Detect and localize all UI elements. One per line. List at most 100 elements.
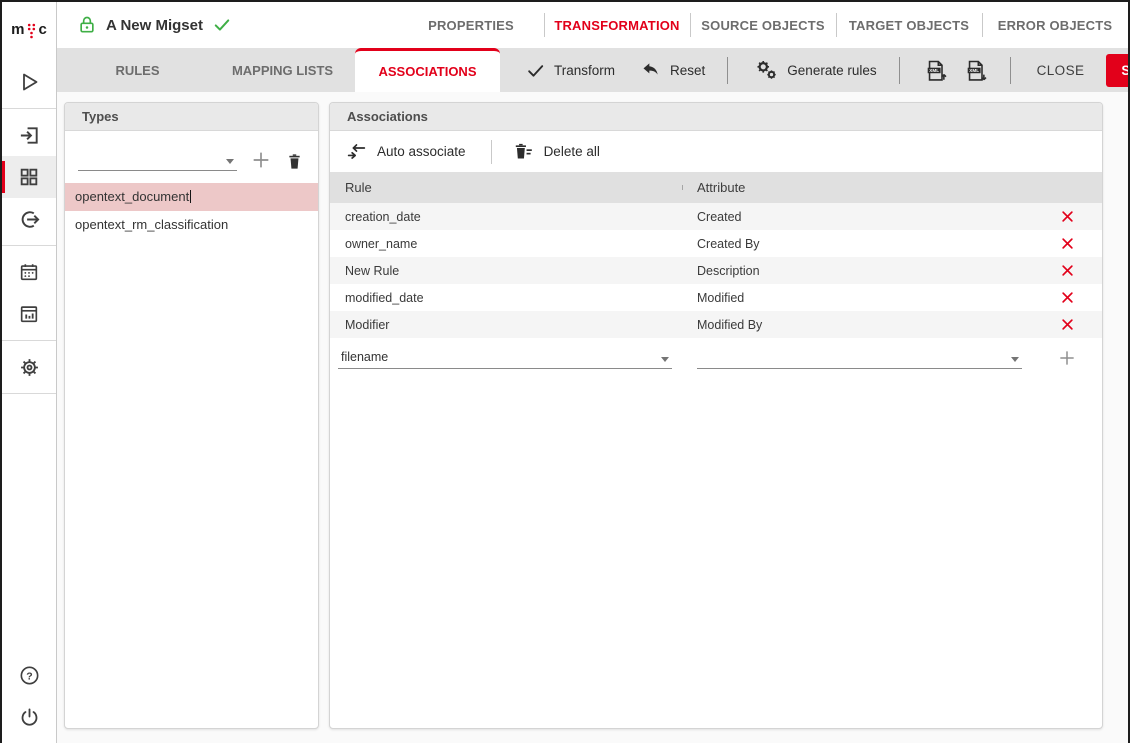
rule-cell: creation_date — [330, 210, 682, 224]
type-list-item[interactable]: opentext_rm_classification — [65, 211, 318, 239]
lock-icon — [77, 15, 97, 35]
text-cursor — [190, 190, 191, 203]
plus-icon — [250, 149, 272, 171]
top-tabs: PROPERTIES TRANSFORMATION SOURCE OBJECTS… — [398, 2, 1128, 48]
sidebar-spacer — [2, 394, 56, 649]
association-row[interactable]: owner_name Created By — [330, 230, 1102, 257]
new-rule-select[interactable]: filename — [338, 347, 672, 369]
associations-table-header: Rule Attribute — [330, 172, 1102, 203]
add-association-button[interactable] — [1032, 348, 1102, 368]
check-icon — [526, 61, 545, 80]
tab-mapping-lists[interactable]: MAPPING LISTS — [210, 48, 355, 92]
generate-rules-button[interactable]: Generate rules — [754, 59, 876, 81]
type-item-label: opentext_document — [75, 189, 189, 204]
new-attribute-select[interactable] — [697, 347, 1022, 369]
close-button[interactable]: CLOSE — [1037, 63, 1085, 78]
delete-association-button[interactable] — [1032, 236, 1102, 251]
delete-association-button[interactable] — [1032, 290, 1102, 305]
auto-associate-icon — [346, 141, 367, 162]
toolbar-divider — [899, 57, 900, 84]
type-select[interactable] — [78, 147, 237, 171]
transform-button[interactable]: Transform — [526, 61, 615, 80]
add-type-button[interactable] — [250, 149, 272, 171]
sidebar-item-scheduler[interactable] — [2, 251, 56, 293]
sidebar-item-logout[interactable] — [2, 696, 56, 738]
tab-properties[interactable]: PROPERTIES — [398, 2, 544, 48]
sidebar-item-export[interactable] — [2, 198, 56, 240]
type-list-item[interactable]: opentext_document — [65, 183, 318, 211]
tab-rules[interactable]: RULES — [65, 48, 210, 92]
reset-label: Reset — [670, 63, 705, 78]
tab-source-objects[interactable]: SOURCE OBJECTS — [690, 2, 836, 48]
associations-panel-header: Associations — [330, 103, 1102, 131]
associations-panel-title: Associations — [347, 109, 428, 124]
association-row[interactable]: New Rule Description — [330, 257, 1102, 284]
delete-all-button[interactable]: Delete all — [513, 141, 600, 162]
sidebar: m c — [2, 2, 57, 743]
sidebar-item-help[interactable]: ? — [2, 654, 56, 696]
content-area: Types — [57, 92, 1128, 743]
type-item-label: opentext_rm_classification — [75, 217, 228, 232]
types-panel: Types — [64, 102, 319, 729]
delete-association-button[interactable] — [1032, 263, 1102, 278]
delete-all-label: Delete all — [544, 144, 600, 159]
delete-sweep-icon — [513, 141, 534, 162]
types-panel-header: Types — [65, 103, 318, 131]
chevron-down-icon — [1011, 357, 1019, 362]
transform-label: Transform — [554, 63, 615, 78]
xml-download-icon: XML — [964, 58, 988, 82]
column-header-rule: Rule — [330, 180, 682, 195]
migset-name: A New Migset — [106, 17, 203, 34]
tab-associations[interactable]: ASSOCIATIONS — [355, 48, 500, 92]
logo-letter-right: c — [39, 21, 47, 38]
plus-icon — [1057, 348, 1077, 368]
delete-association-button[interactable] — [1032, 317, 1102, 332]
attribute-cell: Created By — [682, 237, 1032, 251]
svg-text:XML: XML — [929, 68, 939, 73]
migsets-grid-icon — [18, 166, 40, 188]
sidebar-group-settings — [2, 341, 56, 394]
add-association-row: filename — [330, 338, 1102, 374]
column-header-attribute: Attribute — [682, 180, 1032, 195]
logo-letter-left: m — [11, 21, 24, 38]
settings-gear-icon — [18, 356, 41, 379]
types-list: opentext_document opentext_rm_classifica… — [65, 183, 318, 239]
association-row[interactable]: modified_date Modified — [330, 284, 1102, 311]
import-xml-button[interactable]: XML — [924, 58, 948, 82]
gears-icon — [754, 59, 778, 81]
app-logo: m c — [2, 2, 56, 56]
dashboard-icon — [18, 303, 40, 325]
tab-target-objects[interactable]: TARGET OBJECTS — [836, 2, 982, 48]
sidebar-group-run — [2, 56, 56, 108]
transformation-toolbar: RULES MAPPING LISTS ASSOCIATIONS Transfo… — [57, 48, 1128, 92]
delete-type-button[interactable] — [285, 152, 304, 171]
delete-x-icon — [1060, 209, 1075, 224]
association-row[interactable]: creation_date Created — [330, 203, 1102, 230]
sidebar-item-dashboard[interactable] — [2, 293, 56, 335]
chevron-down-icon — [661, 357, 669, 362]
delete-association-button[interactable] — [1032, 209, 1102, 224]
valid-check-icon — [212, 15, 232, 35]
save-button[interactable]: SAVE — [1106, 54, 1130, 87]
app-window: m c — [0, 0, 1130, 743]
auto-associate-button[interactable]: Auto associate — [346, 141, 466, 162]
sidebar-item-run[interactable] — [2, 61, 56, 103]
export-icon — [18, 208, 41, 231]
logo-dots-icon — [26, 19, 38, 39]
export-xml-button[interactable]: XML — [964, 58, 988, 82]
associations-panel: Associations Auto associate — [329, 102, 1103, 729]
tab-transformation[interactable]: TRANSFORMATION — [544, 2, 690, 48]
sidebar-item-migsets[interactable] — [2, 156, 56, 198]
auto-associate-label: Auto associate — [377, 144, 466, 159]
sidebar-item-import[interactable] — [2, 114, 56, 156]
sidebar-item-settings[interactable] — [2, 346, 56, 388]
reset-button[interactable]: Reset — [641, 60, 705, 80]
main-area: A New Migset PROPERTIES TRANSFORMATION S… — [57, 2, 1128, 743]
association-row[interactable]: Modifier Modified By — [330, 311, 1102, 338]
attribute-cell: Modified — [682, 291, 1032, 305]
import-icon — [18, 124, 41, 147]
tab-error-objects[interactable]: ERROR OBJECTS — [982, 2, 1128, 48]
rule-cell: owner_name — [330, 237, 682, 251]
associations-table: Rule Attribute creation_date Created own… — [330, 172, 1102, 374]
delete-x-icon — [1060, 290, 1075, 305]
